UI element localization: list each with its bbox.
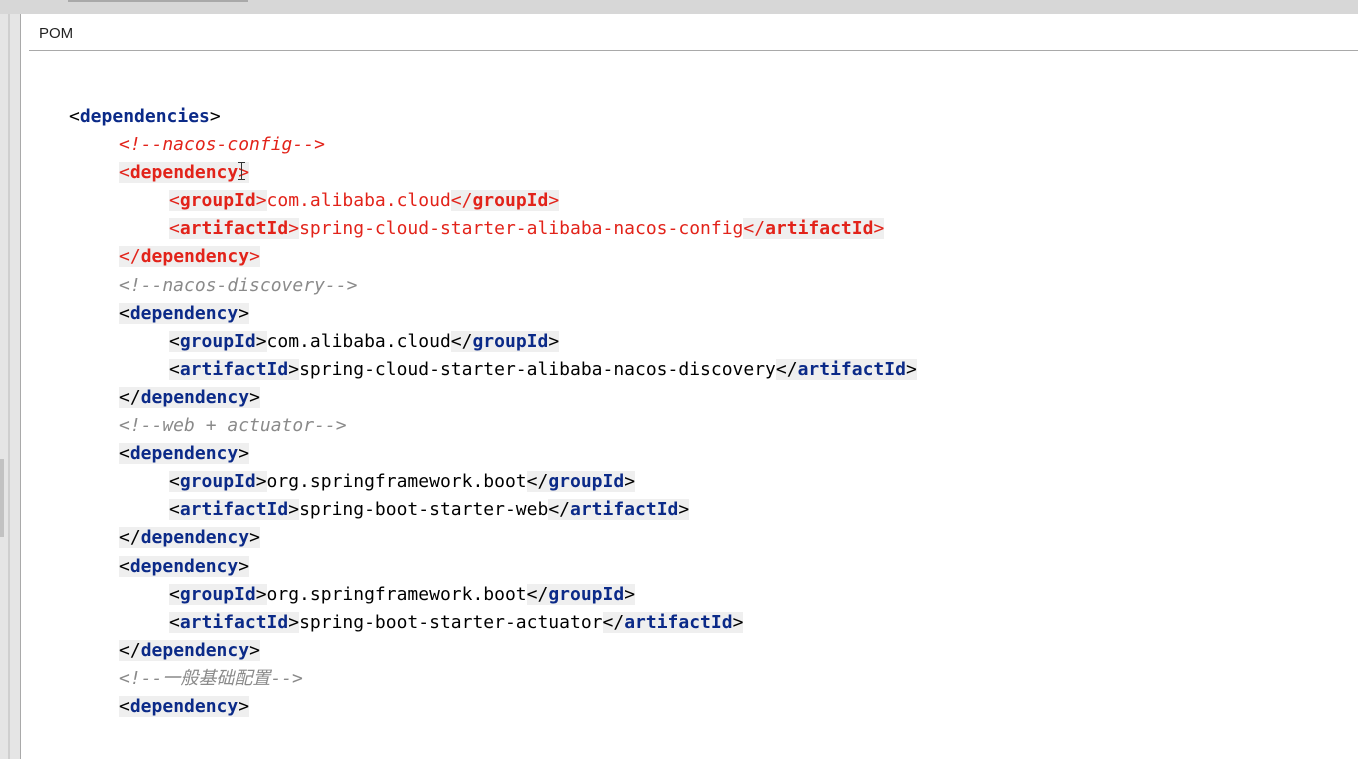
- code-line: </dependency>: [119, 639, 260, 661]
- code-editor[interactable]: <dependencies> <!--nacos-config--> <depe…: [69, 103, 1329, 721]
- code-line: </dependency>: [119, 527, 260, 549]
- dependency-close-tag: dependency: [140, 246, 250, 268]
- groupId-value: org.springframework.boot: [266, 471, 527, 493]
- panel-title: POM: [39, 25, 74, 42]
- code-line: <groupId>org.springframework.boot</group…: [169, 583, 636, 605]
- artifactId-close-tag: artifactId: [570, 499, 679, 521]
- code-line: </dependency>: [119, 386, 260, 408]
- comment-nacos-config: <!--nacos-config-->: [119, 134, 325, 156]
- dependency-open-tag: dependency: [129, 443, 239, 465]
- groupId-tag: groupId: [179, 190, 256, 212]
- groupId-value: org.springframework.boot: [266, 583, 527, 605]
- groupId-value: com.alibaba.cloud: [266, 190, 451, 212]
- code-line: <dependency>: [119, 695, 250, 717]
- dependency-open-tag: dependency: [129, 162, 239, 184]
- top-tab-strip: [0, 0, 1358, 15]
- groupId-close-tag: groupId: [548, 583, 625, 605]
- code-line: <artifactId>spring-cloud-starter-alibaba…: [169, 358, 917, 380]
- panel-header: POM: [29, 14, 1358, 51]
- code-line: <!--nacos-discovery-->: [69, 272, 1329, 300]
- groupId-close-tag: groupId: [472, 190, 549, 212]
- groupId-value: com.alibaba.cloud: [266, 330, 451, 352]
- gutter-scroll-handle[interactable]: [0, 459, 4, 537]
- artifactId-close-tag: artifactId: [797, 358, 906, 380]
- gutter-line: [8, 14, 10, 759]
- code-line: <!--nacos-config-->: [69, 131, 1329, 159]
- code-line: <artifactId>spring-boot-starter-actuator…: [169, 611, 744, 633]
- code-line: <dependencies>: [69, 106, 221, 127]
- groupId-tag: groupId: [179, 583, 256, 605]
- dependency-open-tag: dependency: [129, 555, 239, 577]
- groupId-tag: groupId: [179, 330, 256, 352]
- dependency-open-tag: dependency: [129, 302, 239, 324]
- code-line: <!--一般基础配置-->: [69, 665, 1329, 693]
- artifactId-tag: artifactId: [179, 218, 289, 240]
- groupId-close-tag: groupId: [548, 471, 625, 493]
- artifactId-tag: artifactId: [179, 611, 289, 633]
- dependency-open-tag: dependency: [129, 695, 239, 717]
- code-line: <dependency>: [119, 555, 250, 577]
- comment-nacos-discovery: <!--nacos-discovery-->: [119, 274, 358, 296]
- code-line: <dependency>: [119, 302, 250, 324]
- tab-edge[interactable]: [68, 0, 248, 2]
- code-line: <artifactId>spring-boot-starter-web</art…: [169, 499, 690, 521]
- artifactId-tag: artifactId: [179, 499, 289, 521]
- code-line: </dependency>: [119, 246, 260, 268]
- dependency-close-tag: dependency: [140, 386, 250, 408]
- left-gutter: [0, 14, 20, 759]
- artifactId-close-tag: artifactId: [624, 611, 733, 633]
- comment-web-actuator: <!--web + actuator-->: [119, 415, 347, 437]
- groupId-tag: groupId: [179, 471, 256, 493]
- dependency-close-tag: dependency: [140, 639, 250, 661]
- artifactId-value: spring-cloud-starter-alibaba-nacos-confi…: [299, 218, 744, 240]
- groupId-close-tag: groupId: [472, 330, 549, 352]
- code-line: <!--web + actuator-->: [69, 412, 1329, 440]
- code-line: <dependency>: [119, 162, 250, 184]
- artifactId-value: spring-boot-starter-actuator: [299, 611, 603, 633]
- code-line: <groupId>com.alibaba.cloud</groupId>: [169, 190, 560, 212]
- dependencies-open-tag: dependencies: [79, 106, 210, 127]
- dependency-close-tag: dependency: [140, 527, 250, 549]
- artifactId-value: spring-boot-starter-web: [299, 499, 549, 521]
- code-line: <groupId>org.springframework.boot</group…: [169, 471, 636, 493]
- code-line: <artifactId>spring-cloud-starter-alibaba…: [169, 218, 885, 240]
- code-line: <dependency>: [119, 443, 250, 465]
- text-cursor-icon: [238, 161, 246, 181]
- code-line: <groupId>com.alibaba.cloud</groupId>: [169, 330, 560, 352]
- artifactId-value: spring-cloud-starter-alibaba-nacos-disco…: [299, 358, 776, 380]
- artifactId-close-tag: artifactId: [765, 218, 874, 240]
- comment-general-config: <!--一般基础配置-->: [119, 667, 303, 689]
- artifactId-tag: artifactId: [179, 358, 289, 380]
